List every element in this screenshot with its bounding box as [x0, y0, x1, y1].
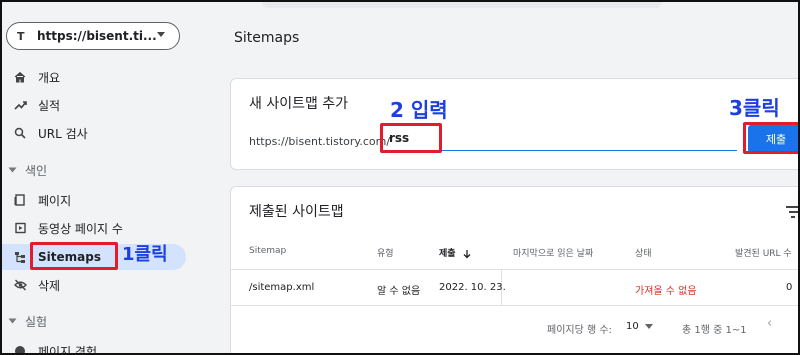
- highlight-box-sitemaps: [30, 242, 118, 270]
- section-index[interactable]: 색인: [2, 159, 182, 181]
- page-experience-icon: [13, 344, 27, 353]
- sidebar-item-url-inspection[interactable]: URL 검사: [2, 120, 182, 146]
- sidebar-item-page-experience[interactable]: 페이지 경험: [2, 338, 182, 355]
- visibility-off-icon: [13, 278, 27, 292]
- highlight-box-submit: [743, 122, 798, 154]
- sitemap-url-prefix: https://bisent.tistory.com/: [249, 135, 391, 148]
- page-title: Sitemaps: [234, 30, 300, 46]
- chevron-down-icon: [157, 32, 165, 37]
- sidebar-item-removals[interactable]: 삭제: [2, 272, 182, 298]
- submitted-sitemaps-card: 제출된 사이트맵 Sitemap 유형 제출 마지막으로 읽은 날짜 상태 발견…: [230, 186, 798, 353]
- expand-icon: [8, 318, 17, 324]
- divider: [231, 269, 798, 270]
- cell-discovered-urls: 0: [786, 282, 793, 293]
- sidebar-item-label: 페이지 경험: [38, 344, 98, 355]
- home-icon: [13, 70, 27, 84]
- arrow-down-icon: [463, 249, 471, 258]
- sidebar-item-label: 실적: [38, 98, 61, 113]
- annotation-step2: 2 입력: [390, 98, 448, 122]
- main-content: Sitemaps 새 사이트맵 추가 https://bisent.tistor…: [212, 2, 798, 353]
- filter-icon[interactable]: [786, 206, 798, 218]
- pagination-range: 총 1행 중 1~1: [682, 325, 747, 336]
- sitemap-icon: [13, 250, 27, 264]
- property-selector[interactable]: T https://bisent.ti...: [6, 22, 180, 50]
- column-header-status[interactable]: 상태: [635, 246, 652, 259]
- sidebar: T https://bisent.ti... 개요 실적 URL 검사 색인 페…: [2, 2, 212, 355]
- section-label: 실험: [25, 314, 48, 329]
- property-url: https://bisent.ti...: [37, 29, 157, 43]
- column-header-label: 제출: [439, 249, 456, 259]
- annotation-step1: 1클릭: [122, 244, 168, 265]
- add-sitemap-title: 새 사이트맵 추가: [249, 96, 349, 112]
- sidebar-item-video-pages[interactable]: 동영상 페이지 수: [2, 215, 182, 241]
- submitted-sitemaps-title: 제출된 사이트맵: [249, 204, 344, 220]
- search-bar-edge[interactable]: [262, 2, 662, 8]
- sidebar-item-label: URL 검사: [38, 126, 88, 141]
- column-header-submitted[interactable]: 제출: [439, 246, 472, 259]
- trending-up-icon: [13, 98, 27, 112]
- sidebar-item-label: 페이지: [38, 193, 72, 208]
- cell-submitted: 2022. 10. 23.: [439, 282, 506, 293]
- cell-sitemap[interactable]: /sitemap.xml: [249, 282, 314, 293]
- screenshot-frame: T https://bisent.ti... 개요 실적 URL 검사 색인 페…: [0, 0, 800, 355]
- chevron-left-icon[interactable]: ‹: [767, 316, 772, 331]
- rows-per-page-select[interactable]: 10: [626, 321, 653, 332]
- column-header-sitemap[interactable]: Sitemap: [249, 246, 286, 256]
- rows-per-page-label: 페이지당 행 수:: [547, 325, 612, 336]
- sidebar-item-label: 개요: [38, 70, 61, 85]
- rows-per-page-value: 10: [626, 321, 639, 332]
- search-icon: [13, 126, 27, 140]
- property-logo: T: [17, 29, 25, 43]
- sidebar-item-label: 삭제: [38, 278, 61, 293]
- sidebar-item-performance[interactable]: 실적: [2, 92, 182, 118]
- sidebar-item-label: 동영상 페이지 수: [38, 221, 123, 236]
- cell-status: 가져올 수 없음: [635, 286, 697, 297]
- sidebar-item-pages[interactable]: 페이지: [2, 187, 182, 213]
- sidebar-item-overview[interactable]: 개요: [2, 64, 182, 90]
- cell-type: 알 수 없음: [377, 286, 421, 297]
- column-header-discovered-urls[interactable]: 발견된 URL 수: [735, 246, 792, 259]
- highlight-box-input: [380, 123, 442, 153]
- expand-icon: [8, 167, 17, 173]
- page-icon: [13, 193, 27, 207]
- section-experience[interactable]: 실험: [2, 310, 182, 332]
- video-icon: [13, 221, 27, 235]
- add-sitemap-card: 새 사이트맵 추가 https://bisent.tistory.com/ rs…: [230, 78, 798, 170]
- chevron-down-icon: [644, 323, 653, 329]
- section-label: 색인: [25, 163, 48, 178]
- column-header-last-read[interactable]: 마지막으로 읽은 날짜: [513, 246, 593, 259]
- divider: [231, 305, 798, 306]
- annotation-step3: 3클릭: [729, 96, 780, 120]
- column-header-type[interactable]: 유형: [377, 246, 394, 259]
